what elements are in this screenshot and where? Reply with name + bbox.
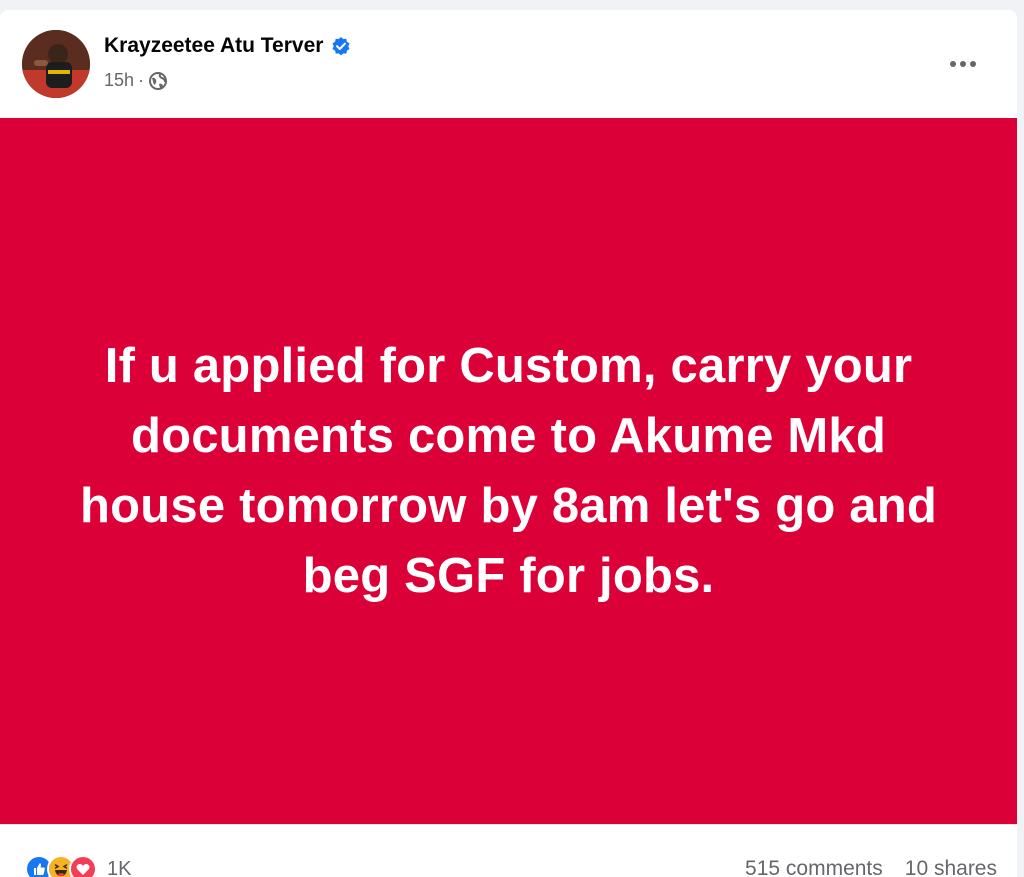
more-options-button[interactable] <box>945 46 981 82</box>
post-header: Krayzeetee Atu Terver 15h · <box>0 10 1017 118</box>
more-options-icon <box>950 61 976 67</box>
comments-count-link[interactable]: 515 comments <box>745 857 883 877</box>
reactions-summary[interactable]: 1K <box>25 855 131 877</box>
post-footer: 1K 515 comments 10 shares <box>0 824 1017 877</box>
shares-count-link[interactable]: 10 shares <box>905 857 997 877</box>
verified-badge-icon <box>331 36 351 56</box>
globe-icon[interactable] <box>148 71 168 91</box>
author-line: Krayzeetee Atu Terver <box>104 34 351 58</box>
engagement-stats: 515 comments 10 shares <box>745 857 997 877</box>
post-meta: 15h · <box>104 70 168 91</box>
post-content-background[interactable]: If u applied for Custom, carry your docu… <box>0 118 1017 824</box>
love-icon <box>69 855 97 877</box>
meta-separator: · <box>138 70 145 90</box>
author-name[interactable]: Krayzeetee Atu Terver <box>104 34 323 58</box>
author-avatar[interactable] <box>22 30 90 98</box>
post-timestamp[interactable]: 15h <box>104 70 134 91</box>
post-text: If u applied for Custom, carry your docu… <box>79 339 938 603</box>
reaction-count: 1K <box>107 857 132 877</box>
post-card: Krayzeetee Atu Terver 15h · If u applied… <box>0 10 1017 877</box>
